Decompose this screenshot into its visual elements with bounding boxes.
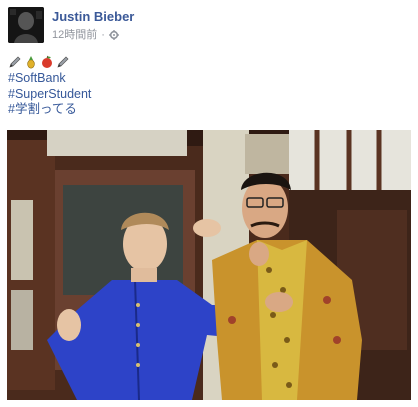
post-photo[interactable]: [7, 130, 411, 400]
gear-icon[interactable]: [108, 30, 119, 40]
author-name[interactable]: Justin Bieber: [52, 9, 134, 25]
post-timestamp[interactable]: 12時間前: [52, 28, 97, 42]
separator-dot: ·: [101, 29, 105, 41]
pen-icon: [56, 55, 70, 69]
pen-icon: [8, 55, 22, 69]
hashtag-superstudent[interactable]: #SuperStudent: [8, 87, 91, 103]
post-text: #SoftBank #SuperStudent #学割ってる: [8, 54, 91, 118]
hashtag-gakuwari[interactable]: #学割ってる: [8, 102, 91, 118]
post-card: Justin Bieber 12時間前 · #SoftBank #SuperSt…: [0, 0, 418, 407]
post-header: Justin Bieber 12時間前 ·: [8, 7, 134, 45]
hashtag-softbank[interactable]: #SoftBank: [8, 71, 91, 87]
avatar[interactable]: [8, 7, 44, 43]
emoji-row: [8, 54, 91, 70]
pineapple-icon: [24, 55, 38, 69]
apple-icon: [40, 55, 54, 69]
